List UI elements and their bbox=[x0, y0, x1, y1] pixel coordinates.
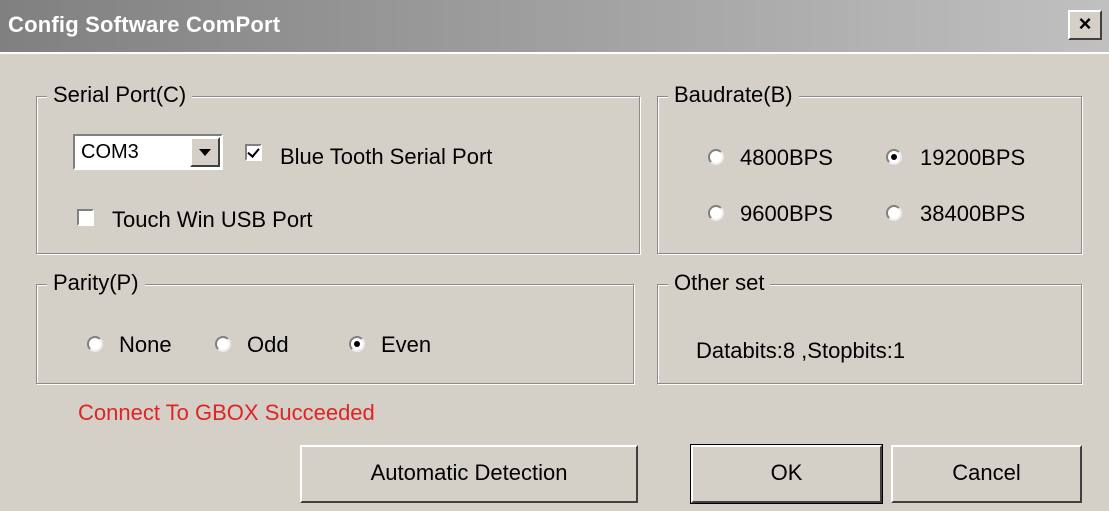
parity-odd-radio[interactable] bbox=[215, 336, 231, 352]
cancel-button[interactable]: Cancel bbox=[891, 445, 1082, 503]
close-icon: × bbox=[1078, 11, 1092, 36]
parity-none-radio[interactable] bbox=[87, 336, 103, 352]
bluetooth-label[interactable]: Blue Tooth Serial Port bbox=[280, 144, 492, 170]
other-set-group: Other set Databits:8 ,Stopbits:1 bbox=[657, 270, 1082, 384]
baud-38400-radio[interactable] bbox=[886, 205, 902, 221]
window-title: Config Software ComPort bbox=[8, 12, 281, 37]
cancel-label: Cancel bbox=[952, 460, 1021, 485]
other-set-text: Databits:8 ,Stopbits:1 bbox=[696, 338, 906, 363]
other-set-legend: Other set bbox=[668, 270, 771, 296]
config-comport-dialog: Config Software ComPort × Serial Port(C)… bbox=[0, 0, 1109, 511]
automatic-detection-label: Automatic Detection bbox=[370, 460, 568, 485]
chevron-down-icon[interactable] bbox=[190, 137, 220, 167]
title-bar[interactable]: Config Software ComPort × bbox=[0, 0, 1109, 54]
parity-legend: Parity(P) bbox=[47, 270, 145, 296]
baudrate-legend: Baudrate(B) bbox=[668, 82, 799, 108]
com-port-select[interactable]: COM3 bbox=[73, 134, 223, 170]
usb-port-label[interactable]: Touch Win USB Port bbox=[112, 207, 313, 233]
parity-odd-label[interactable]: Odd bbox=[247, 332, 289, 358]
connection-status: Connect To GBOX Succeeded bbox=[78, 400, 375, 425]
ok-button[interactable]: OK bbox=[690, 444, 883, 504]
parity-none-label[interactable]: None bbox=[119, 332, 172, 358]
baudrate-group: Baudrate(B) 4800BPS 19200BPS 9600BPS 384… bbox=[657, 82, 1082, 254]
baud-9600-radio[interactable] bbox=[708, 205, 724, 221]
ok-label: OK bbox=[770, 460, 803, 485]
parity-even-label[interactable]: Even bbox=[381, 332, 431, 358]
serial-port-legend: Serial Port(C) bbox=[47, 82, 193, 108]
close-button[interactable]: × bbox=[1068, 10, 1102, 40]
usb-port-checkbox[interactable] bbox=[77, 209, 94, 226]
baud-4800-radio[interactable] bbox=[708, 149, 724, 165]
baud-38400-label[interactable]: 38400BPS bbox=[920, 201, 1025, 227]
baud-4800-label[interactable]: 4800BPS bbox=[740, 145, 833, 171]
baud-9600-label[interactable]: 9600BPS bbox=[740, 201, 833, 227]
parity-even-radio[interactable] bbox=[349, 336, 365, 352]
bluetooth-checkbox[interactable] bbox=[245, 144, 262, 161]
com-port-value: COM3 bbox=[81, 141, 139, 163]
serial-port-group: Serial Port(C) COM3 Blue Tooth Serial Po… bbox=[36, 82, 640, 254]
parity-group: Parity(P) None Odd Even bbox=[36, 270, 634, 384]
automatic-detection-button[interactable]: Automatic Detection bbox=[300, 445, 638, 503]
baud-19200-radio[interactable] bbox=[886, 149, 902, 165]
baud-19200-label[interactable]: 19200BPS bbox=[920, 145, 1025, 171]
